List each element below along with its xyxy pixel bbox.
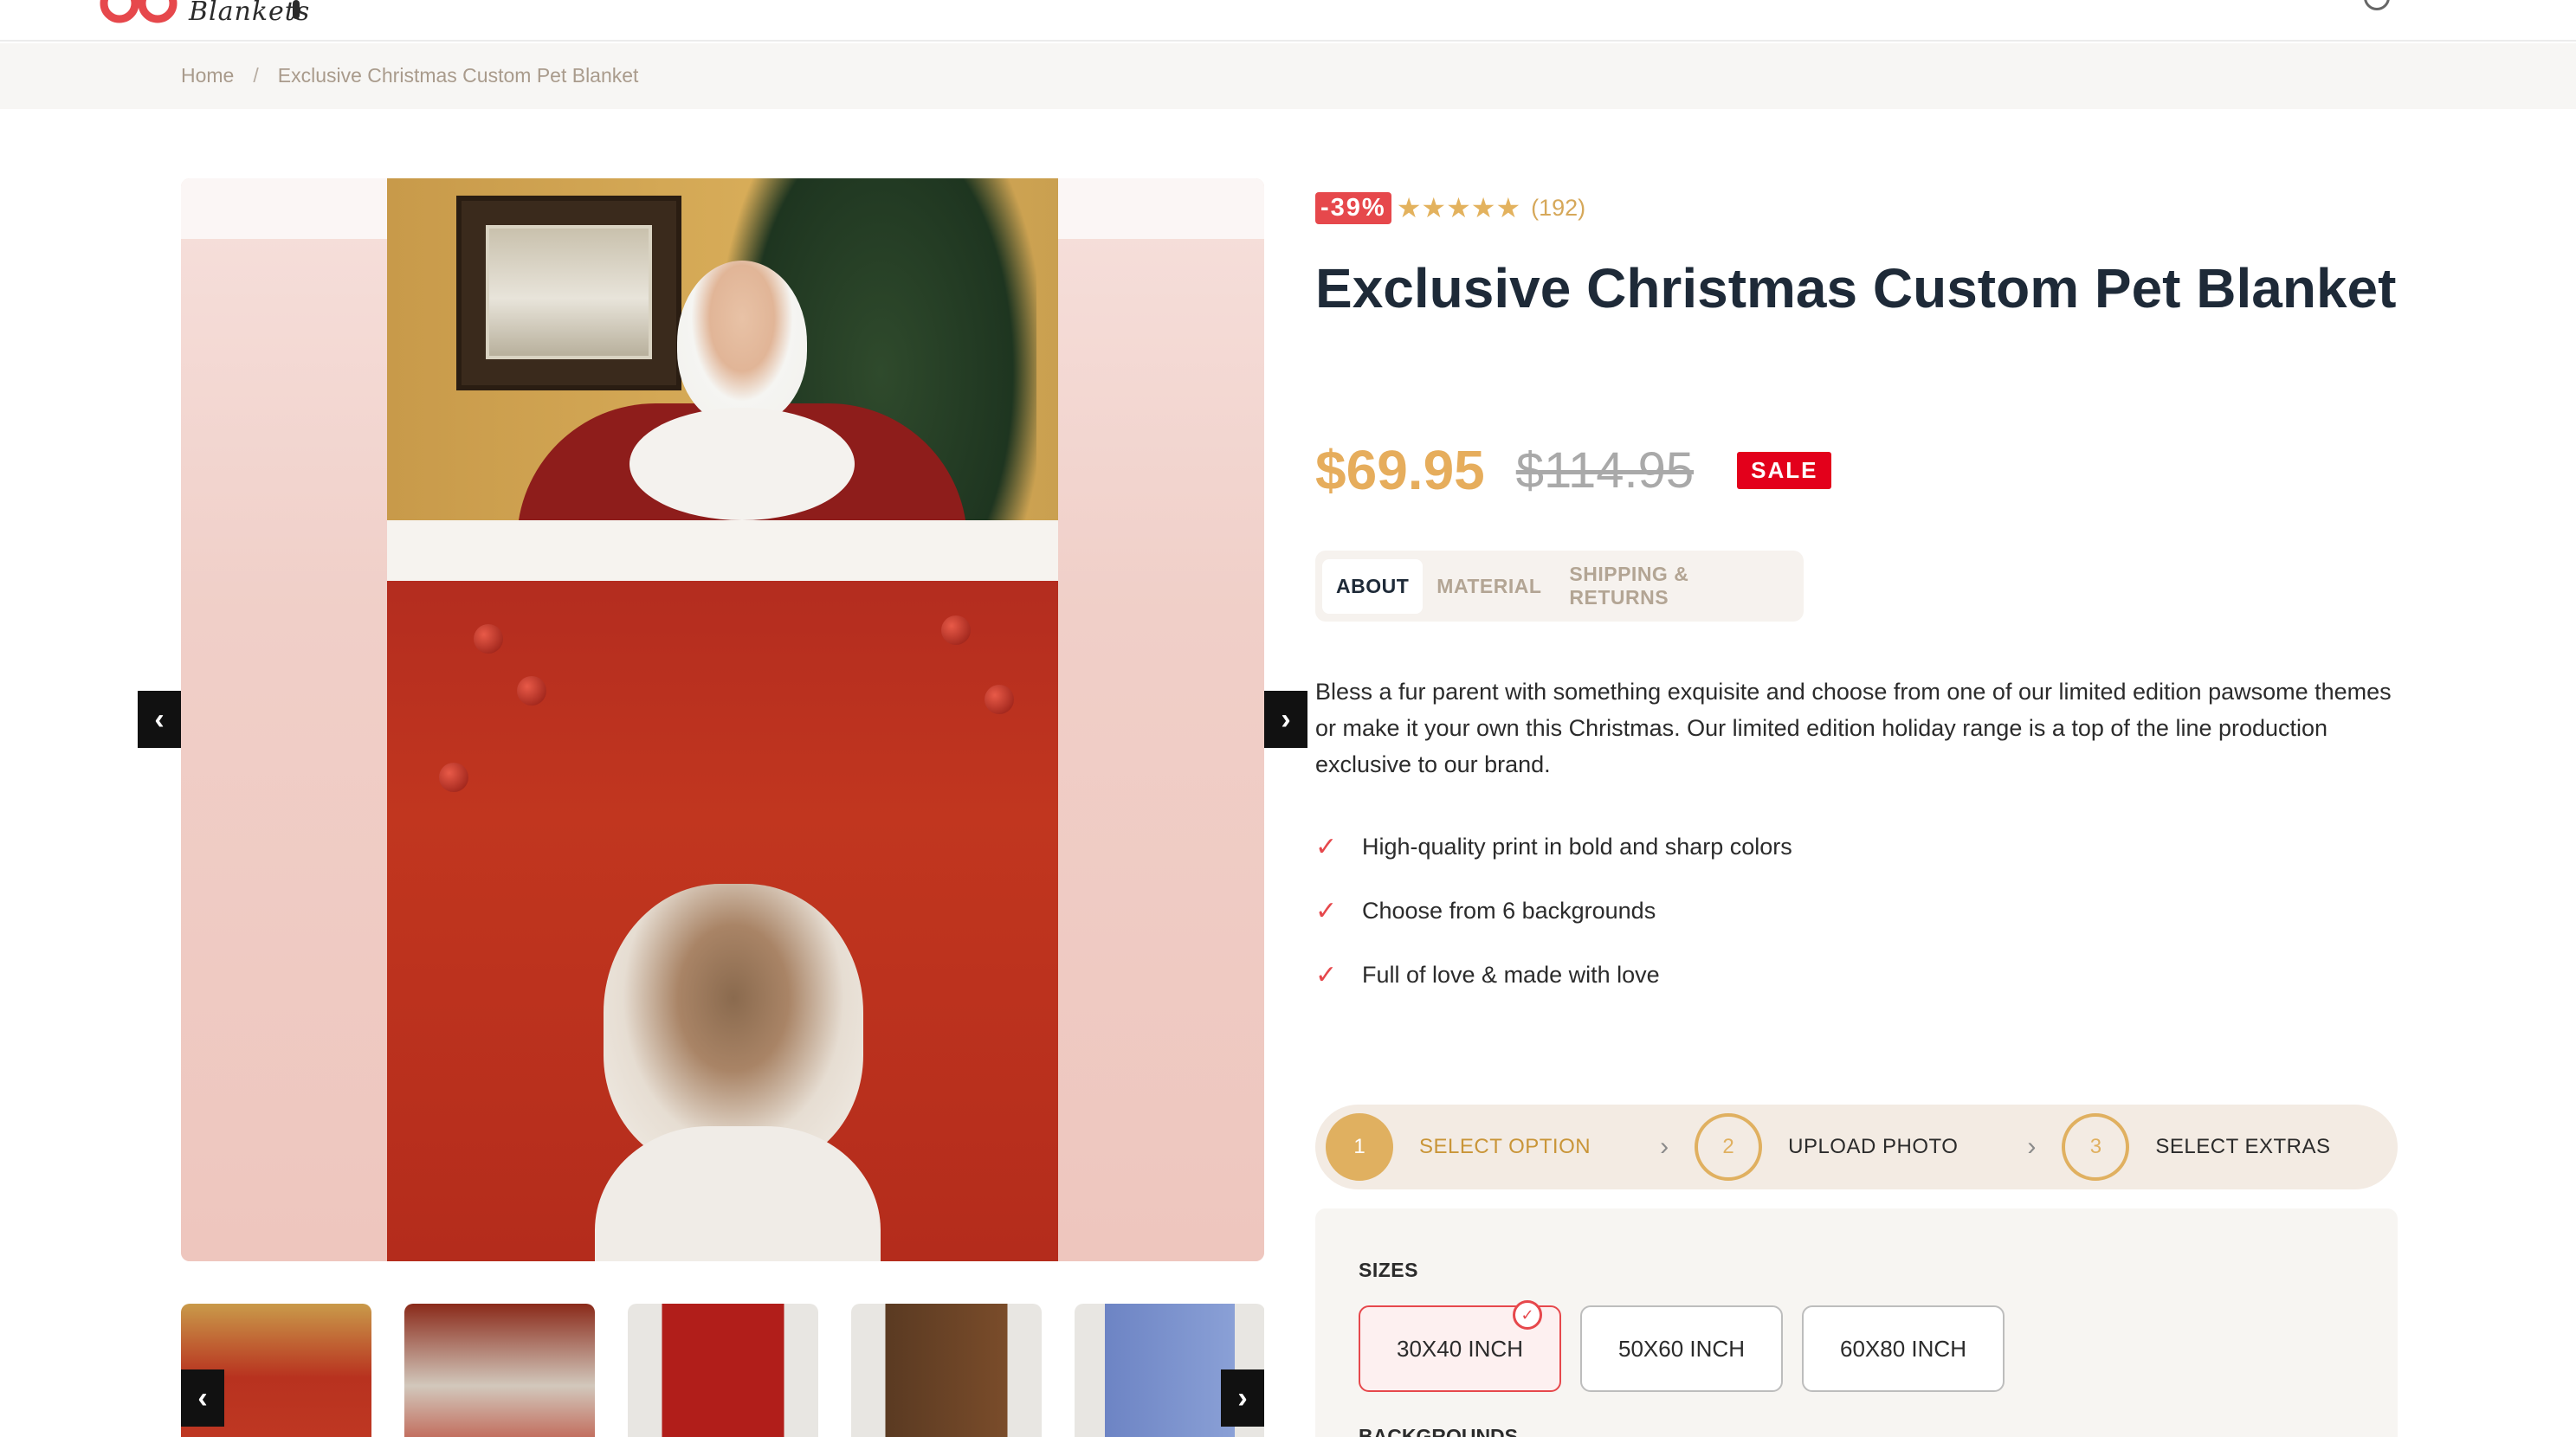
- size-option-50x60[interactable]: 50X60 INCH: [1580, 1305, 1783, 1392]
- size-option-label: 30X40 INCH: [1397, 1335, 1523, 1362]
- carousel-side-slide-right: [1058, 178, 1264, 1261]
- feature-list: ✓ High-quality print in bold and sharp co…: [1315, 815, 1792, 1007]
- logo-mark-icon: [100, 0, 178, 23]
- thumbnail-strip: [181, 1304, 1264, 1437]
- step-label: SELECT OPTION: [1419, 1135, 1591, 1158]
- breadcrumb-bar: Home / Exclusive Christmas Custom Pet Bl…: [0, 43, 2576, 109]
- chevron-right-icon: ›: [1281, 702, 1291, 736]
- selected-check-icon: ✓: [1513, 1300, 1542, 1330]
- gallery-prev-button[interactable]: ‹: [138, 691, 181, 748]
- site-logo[interactable]: Blankets: [95, 0, 320, 33]
- step-select-option[interactable]: 1 SELECT OPTION: [1326, 1113, 1591, 1181]
- feature-item: ✓ Full of love & made with love: [1315, 943, 1792, 1007]
- feature-item: ✓ Choose from 6 backgrounds: [1315, 879, 1792, 943]
- step-number: 3: [2062, 1113, 2130, 1181]
- breadcrumb-separator: /: [253, 64, 259, 87]
- tab-shipping-returns[interactable]: SHIPPING & RETURNS: [1555, 547, 1797, 625]
- feature-text: Full of love & made with love: [1362, 961, 1660, 988]
- tab-material[interactable]: MATERIAL: [1423, 559, 1555, 614]
- review-count-link[interactable]: (192): [1531, 195, 1585, 222]
- step-select-extras[interactable]: 3 SELECT EXTRAS: [2062, 1113, 2330, 1181]
- tab-about[interactable]: ABOUT: [1322, 558, 1424, 614]
- options-panel: SIZES 30X40 INCH ✓ 50X60 INCH 60X80 INCH…: [1315, 1208, 2398, 1437]
- gallery-next-button[interactable]: ›: [1264, 691, 1307, 748]
- price-row: $69.95 $114.95 SALE: [1315, 438, 1832, 502]
- star-rating-icon: ★★★★★: [1396, 192, 1521, 223]
- thumbnail-2[interactable]: [404, 1304, 595, 1437]
- product-description: Bless a fur parent with something exquis…: [1315, 679, 2392, 777]
- carousel-side-slide-left: [181, 178, 387, 1261]
- backgrounds-label: BACKGROUNDS: [1359, 1425, 1518, 1437]
- chevron-right-icon: ›: [2027, 1132, 2037, 1161]
- current-price: $69.95: [1315, 439, 1485, 501]
- breadcrumb-home-link[interactable]: Home: [181, 64, 234, 87]
- thumbnail-3[interactable]: [628, 1304, 818, 1437]
- product-main-image[interactable]: [181, 178, 1264, 1261]
- check-icon: ✓: [1315, 832, 1338, 861]
- customization-steps: 1 SELECT OPTION › 2 UPLOAD PHOTO › 3 SEL…: [1315, 1105, 2398, 1189]
- site-header: Blankets: [0, 0, 2576, 42]
- step-number: 2: [1695, 1113, 1763, 1181]
- thumbnail-prev-button[interactable]: ‹: [181, 1369, 224, 1427]
- discount-badge: -39%: [1315, 191, 1391, 224]
- feature-text: Choose from 6 backgrounds: [1362, 897, 1656, 924]
- size-option-label: 50X60 INCH: [1618, 1335, 1745, 1362]
- step-number: 1: [1326, 1113, 1393, 1181]
- feature-item: ✓ High-quality print in bold and sharp co…: [1315, 815, 1792, 879]
- account-icon[interactable]: [2364, 0, 2390, 10]
- thumbnail-4[interactable]: [851, 1304, 1042, 1437]
- santa-with-pet-blanket-photo: [387, 178, 1058, 1261]
- product-tabs: ABOUT MATERIAL SHIPPING & RETURNS: [1315, 551, 1804, 622]
- thumbnail-next-button[interactable]: ›: [1221, 1369, 1264, 1427]
- chevron-right-icon: ›: [1660, 1132, 1669, 1161]
- step-label: UPLOAD PHOTO: [1788, 1135, 1959, 1158]
- check-icon: ✓: [1315, 960, 1338, 989]
- breadcrumb: Home / Exclusive Christmas Custom Pet Bl…: [181, 64, 638, 87]
- size-option-30x40[interactable]: 30X40 INCH ✓: [1359, 1300, 1561, 1392]
- size-option-label: 60X80 INCH: [1840, 1335, 1966, 1362]
- sizes-label: SIZES: [1359, 1259, 1418, 1281]
- product-title: Exclusive Christmas Custom Pet Blanket: [1315, 257, 2397, 319]
- sale-badge: SALE: [1737, 451, 1832, 489]
- feature-text: High-quality print in bold and sharp col…: [1362, 833, 1792, 860]
- rating-row: -39% ★★★★★ (192): [1315, 190, 1585, 225]
- original-price: $114.95: [1515, 441, 1695, 499]
- chevron-left-icon: ‹: [197, 1381, 208, 1414]
- step-label: SELECT EXTRAS: [2155, 1135, 2331, 1158]
- check-icon: ✓: [1315, 896, 1338, 925]
- chevron-right-icon: ›: [1237, 1381, 1248, 1414]
- logo-tail: [293, 0, 300, 19]
- size-option-60x80[interactable]: 60X80 INCH: [1802, 1305, 2005, 1392]
- step-upload-photo[interactable]: 2 UPLOAD PHOTO: [1695, 1113, 1958, 1181]
- breadcrumb-current: Exclusive Christmas Custom Pet Blanket: [277, 64, 639, 87]
- chevron-left-icon: ‹: [154, 702, 165, 736]
